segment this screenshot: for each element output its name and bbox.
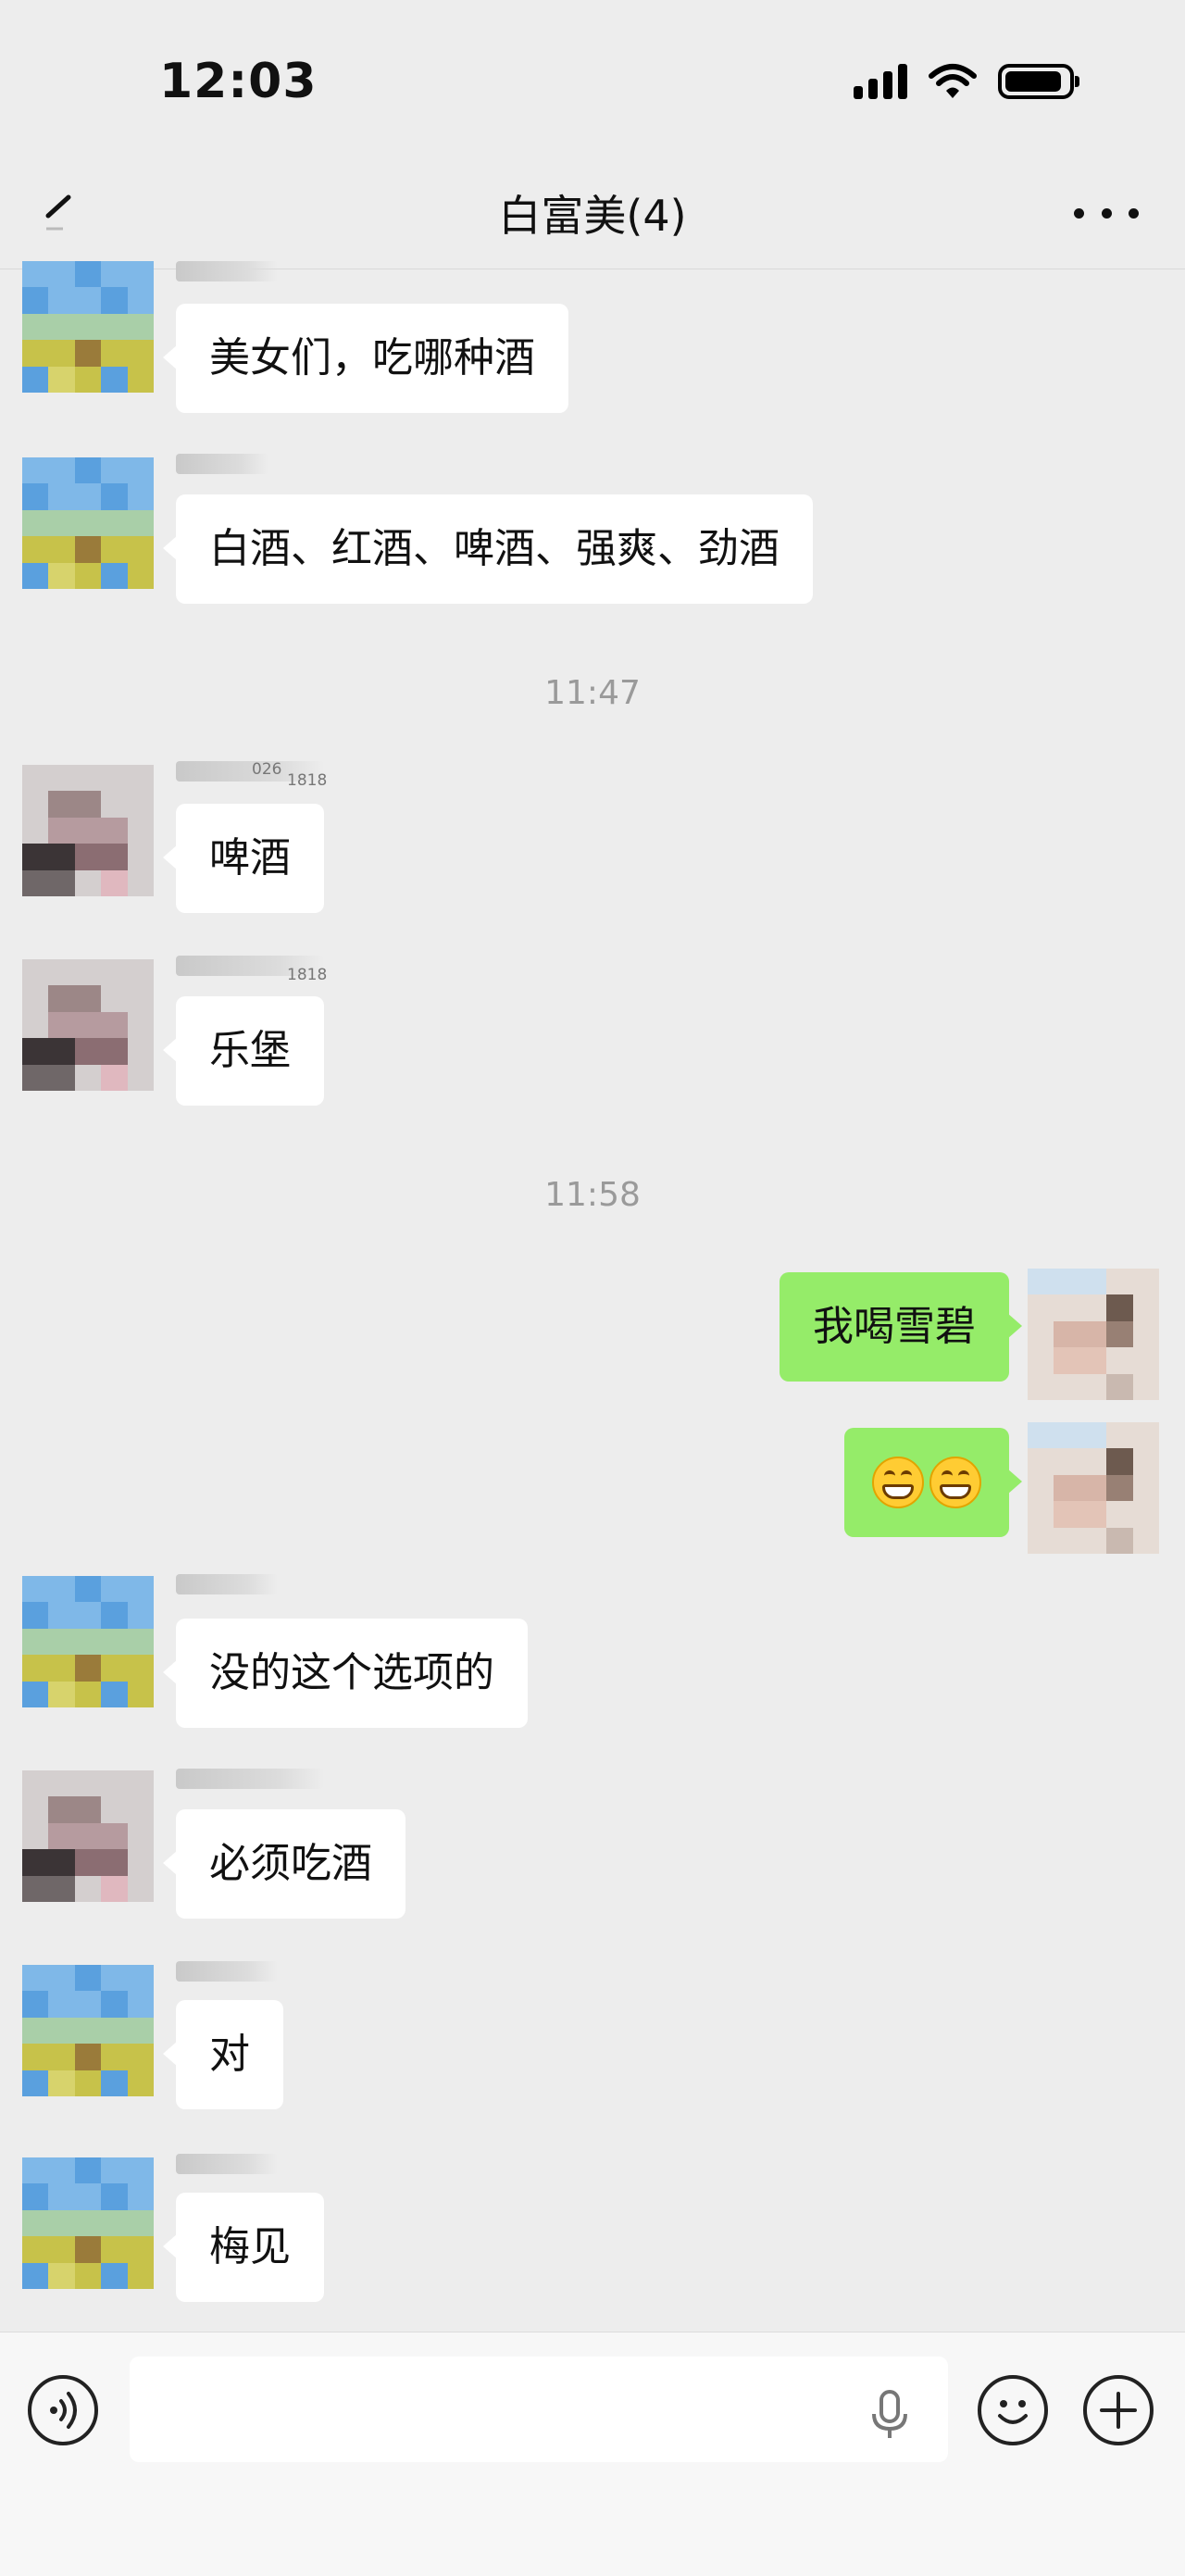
- message-bubble[interactable]: 没的这个选项的: [163, 1619, 528, 1728]
- message-bubble[interactable]: 乐堡: [163, 996, 324, 1106]
- status-time: 12:03: [159, 54, 318, 109]
- sender-name-blurred: [176, 454, 268, 474]
- sender-name-blurred: [176, 261, 278, 281]
- sender-avatar[interactable]: [22, 765, 154, 896]
- grinning-face-icon: [872, 1457, 924, 1508]
- message-bubble[interactable]: 对: [163, 2000, 283, 2109]
- sender-avatar[interactable]: [22, 1576, 154, 1707]
- self-avatar[interactable]: [1028, 1269, 1159, 1400]
- message-input-bar: [0, 2332, 1185, 2576]
- message-timestamp: 11:58: [544, 1176, 641, 1214]
- voice-wave-icon: [50, 2392, 77, 2429]
- message-bubble[interactable]: 必须吃酒: [163, 1809, 405, 1919]
- sender-tag: 1818: [287, 966, 328, 984]
- sender-tag: 1818: [287, 771, 328, 790]
- sender-avatar[interactable]: [22, 2157, 154, 2289]
- sender-avatar[interactable]: [22, 1965, 154, 2096]
- sender-name-blurred: [176, 2154, 278, 2174]
- message-text-input[interactable]: [130, 2357, 948, 2462]
- message-timestamp: 11:47: [544, 674, 641, 712]
- message-bubble[interactable]: 梅见: [163, 2193, 324, 2302]
- sender-avatar[interactable]: [22, 959, 154, 1091]
- voice-toggle-button[interactable]: [28, 2375, 98, 2445]
- emoji-button[interactable]: [978, 2375, 1048, 2445]
- wifi-icon: [929, 64, 977, 98]
- cellular-signal-icon: [854, 64, 907, 99]
- more-options-icon[interactable]: [1074, 190, 1139, 236]
- message-bubble[interactable]: 啤酒: [163, 804, 324, 913]
- sender-name-blurred: 026 1818: [176, 760, 327, 790]
- status-icons: [854, 63, 1079, 100]
- sender-name-blurred: [176, 1574, 278, 1594]
- microphone-icon[interactable]: [867, 2388, 913, 2440]
- sender-name-blurred: [176, 1769, 324, 1789]
- message-bubble-outgoing[interactable]: 我喝雪碧: [780, 1272, 1022, 1382]
- emoji-message-bubble[interactable]: [844, 1428, 1022, 1537]
- message-bubble[interactable]: 白酒、红酒、啤酒、强爽、劲酒: [163, 494, 813, 604]
- self-avatar[interactable]: [1028, 1422, 1159, 1554]
- sender-name-fragment: 026: [252, 760, 282, 779]
- more-functions-button[interactable]: [1083, 2375, 1154, 2445]
- plus-icon: [1100, 2392, 1137, 2429]
- sender-avatar[interactable]: [22, 261, 154, 393]
- grinning-face-icon: [929, 1457, 981, 1508]
- chat-header: 白富美(4): [0, 162, 1185, 269]
- smiley-face-icon: [998, 2400, 1028, 2424]
- battery-icon: [998, 64, 1079, 99]
- status-bar: 12:03: [0, 0, 1185, 162]
- sender-name-blurred: [176, 1961, 278, 1982]
- sender-avatar[interactable]: [22, 1770, 154, 1902]
- chat-title: 白富美(4): [498, 191, 687, 241]
- message-bubble[interactable]: 美女们，吃哪种酒: [163, 304, 568, 413]
- sender-name-blurred: 1818: [176, 956, 327, 984]
- sender-avatar[interactable]: [22, 457, 154, 589]
